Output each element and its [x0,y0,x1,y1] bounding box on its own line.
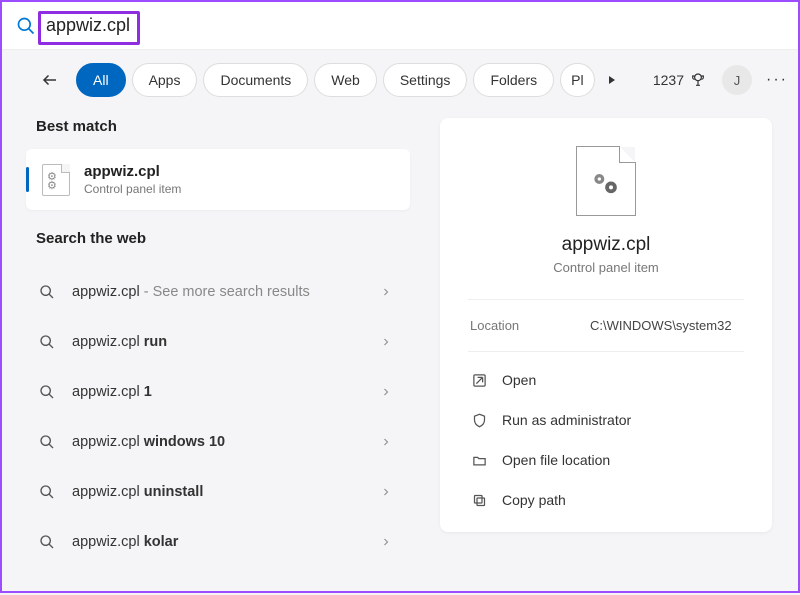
search-icon [36,434,58,450]
detail-title: appwiz.cpl [468,234,744,256]
main-area: Best match ⚙⚙ appwiz.cpl Control panel i… [2,110,798,595]
search-icon [36,534,58,550]
chevron-right-icon [380,386,392,398]
web-result[interactable]: appwiz.cpl kolar [26,517,410,567]
action-run-admin[interactable]: Run as administrator [468,400,744,440]
location-row: Location C:\WINDOWS\system32 [468,299,744,351]
tab-apps[interactable]: Apps [132,63,198,97]
search-icon [36,384,58,400]
action-open-location[interactable]: Open file location [468,440,744,480]
filter-toolbar: All Apps Documents Web Settings Folders … [2,50,798,110]
web-heading: Search the web [26,210,410,261]
more-menu[interactable]: ··· [762,71,792,89]
best-match-heading: Best match [26,110,410,149]
tab-documents[interactable]: Documents [203,63,308,97]
back-button[interactable] [36,66,64,94]
search-input[interactable] [46,15,786,36]
chevron-right-icon [380,436,392,448]
actions-list: Open Run as administrator Open file loca… [468,351,744,520]
detail-column: appwiz.cpl Control panel item Location C… [422,110,798,595]
location-value: C:\WINDOWS\system32 [590,318,732,333]
chevron-right-icon [380,286,392,298]
cpl-file-icon-large [576,146,636,216]
web-result[interactable]: appwiz.cpl uninstall [26,467,410,517]
shield-icon [470,413,488,428]
web-results-list: appwiz.cpl - See more search results app… [26,267,410,567]
detail-card: appwiz.cpl Control panel item Location C… [440,118,772,532]
chevron-right-icon [380,486,392,498]
rewards-value: 1237 [653,72,684,88]
copy-icon [470,493,488,508]
web-result[interactable]: appwiz.cpl run [26,317,410,367]
tab-overflow[interactable]: Pl [560,63,594,97]
best-match-title: appwiz.cpl [84,163,181,180]
detail-subtitle: Control panel item [468,260,744,275]
action-open[interactable]: Open [468,360,744,400]
web-result[interactable]: appwiz.cpl - See more search results [26,267,410,317]
search-icon [16,16,36,36]
tab-web[interactable]: Web [314,63,377,97]
search-icon [36,334,58,350]
search-bar [2,2,798,50]
search-icon [36,284,58,300]
web-result[interactable]: appwiz.cpl windows 10 [26,417,410,467]
action-copy-path[interactable]: Copy path [468,480,744,520]
web-result[interactable]: appwiz.cpl 1 [26,367,410,417]
tab-all[interactable]: All [76,63,126,97]
user-avatar[interactable]: J [722,65,752,95]
best-match-subtitle: Control panel item [84,182,181,196]
chevron-right-icon [380,336,392,348]
trophy-icon [690,72,706,88]
cpl-file-icon: ⚙⚙ [42,164,70,196]
results-column: Best match ⚙⚙ appwiz.cpl Control panel i… [2,110,422,595]
rewards-points[interactable]: 1237 [653,72,706,88]
location-label: Location [470,318,590,333]
chevron-right-icon [380,536,392,548]
open-icon [470,373,488,388]
search-icon [36,484,58,500]
tab-folders[interactable]: Folders [473,63,554,97]
folder-icon [470,453,488,468]
tab-settings[interactable]: Settings [383,63,468,97]
best-match-result[interactable]: ⚙⚙ appwiz.cpl Control panel item [26,149,410,210]
tabs-scroll-right[interactable] [601,74,623,86]
